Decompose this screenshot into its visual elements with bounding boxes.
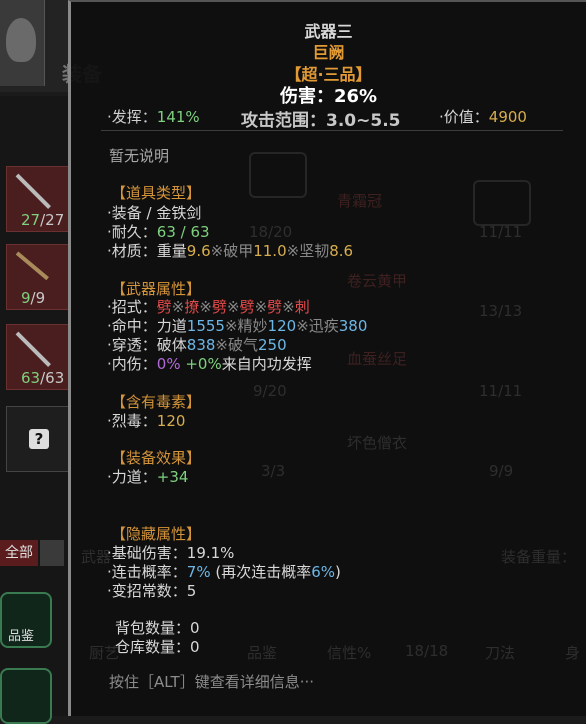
equip-type-line: ·装备 / 金铁剑 [107, 204, 202, 222]
question-icon: ? [29, 429, 49, 449]
character-portrait[interactable] [0, 0, 45, 86]
ghost-text: 11/11 [479, 223, 523, 241]
item-tooltip: 青霜冠 18/20 11/11 卷云黄甲 13/13 血蚕丝足 9/20 11/… [68, 0, 586, 716]
moves-line: ·招式：劈※撩※劈※劈※劈※刺 [107, 298, 310, 316]
hit-line: ·命中：力道1555※精妙120※迅疾380 [107, 317, 368, 335]
ghost-text: 坏色僧衣 [347, 434, 408, 452]
storage-count: 仓库数量：0 [115, 638, 200, 656]
ghost-text: 9/20 [253, 382, 287, 400]
ghost-text: 品鉴 [247, 644, 278, 662]
damage-line: 伤害：26% [279, 86, 378, 107]
ghost-text: 信性% [327, 644, 372, 662]
ghost-text: 3/3 [261, 462, 286, 480]
inventory-slot-unknown[interactable]: ? [6, 406, 70, 472]
chest-label: 品鉴 [8, 629, 35, 644]
ghost-text: 11/11 [479, 382, 523, 400]
exert-label: ·发挥： [107, 108, 157, 126]
inner-injury-line: ·内伤：0% +0%来自内功发挥 [107, 355, 312, 373]
change-move-line: ·变招常数：5 [107, 582, 197, 600]
section-title-item-type: 【道具类型】 [111, 184, 202, 202]
slot-count: 27/27 [21, 211, 65, 229]
alt-hint: 按住［ALT］键查看详细信息··· [109, 673, 315, 691]
filter-all-button[interactable]: 全部 [0, 540, 38, 566]
slot-count: 63/63 [21, 369, 65, 387]
item-value: ·价值：4900 [439, 108, 527, 126]
ghost-text: 青霜冠 [337, 192, 383, 210]
sword-icon [15, 331, 51, 367]
combo-line: ·连击概率：7% (再次连击概率6%) [107, 563, 341, 581]
exert-value: 141% [156, 108, 200, 126]
ghost-text: 刀法 [485, 644, 516, 662]
ghost-text: 血蚕丝足 [347, 350, 408, 368]
ghost-item-box [249, 152, 307, 198]
ghost-text: 身 [565, 644, 581, 662]
divider [101, 130, 563, 131]
ghost-text: 卷云黄甲 [347, 272, 408, 290]
effect-line: ·力道：+34 [107, 468, 189, 486]
item-name: 巨阙 [312, 43, 345, 62]
durability-line: ·耐久：63 / 63 [107, 223, 210, 241]
sword-icon [15, 173, 51, 209]
inventory-slot[interactable]: 27/27 [6, 166, 70, 232]
poison-line: ·烈毒：120 [107, 412, 186, 430]
slot-count: 9/9 [21, 289, 46, 307]
chest-icon[interactable]: 品鉴 [0, 592, 52, 648]
inventory-slot[interactable]: 63/63 [6, 324, 70, 390]
ghost-text: 装备重量： [501, 548, 577, 566]
ghost-item-box [473, 180, 531, 226]
filter-weapon-button[interactable] [40, 540, 64, 566]
section-title-equip-effect: 【装备效果】 [111, 449, 202, 467]
ghost-text: 9/9 [489, 462, 514, 480]
inventory-slot[interactable]: 9/9 [6, 244, 70, 310]
section-title-poison: 【含有毒素】 [111, 393, 202, 411]
stat-row: ·发挥：141% 攻击范围：3.0~5.5 ·价值：4900 [107, 106, 527, 131]
base-damage-line: ·基础伤害：19.1% [107, 544, 235, 562]
material-line: ·材质：重量9.6※破甲11.0※坚韧8.6 [107, 242, 354, 260]
bag-count: 背包数量：0 [115, 619, 200, 637]
ghost-text: 18/20 [249, 223, 293, 241]
attack-range: 攻击范围：3.0~5.5 [241, 111, 401, 131]
section-title-hidden-attrs: 【隐藏属性】 [111, 525, 202, 543]
fan-icon [15, 251, 49, 281]
item-description: 暂无说明 [109, 147, 170, 165]
penetration-line: ·穿透：破体838※破气250 [107, 336, 287, 354]
ghost-text: 13/13 [479, 302, 523, 320]
ghost-text: 18/18 [405, 642, 449, 660]
